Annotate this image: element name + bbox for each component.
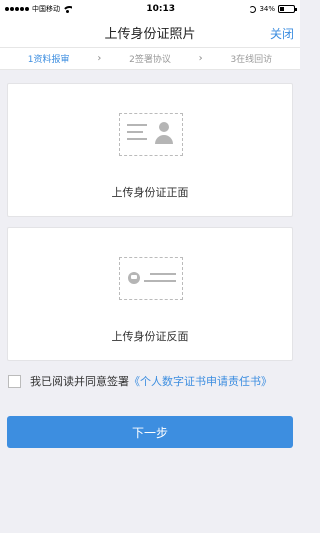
- navigation-bar: 上传身份证照片 关闭: [0, 18, 300, 48]
- upload-back-label: 上传身份证反面: [111, 330, 189, 343]
- close-button[interactable]: 关闭: [270, 25, 294, 42]
- status-time: 10:13: [146, 4, 176, 14]
- agreement-prefix: 我已阅读并同意签署: [30, 375, 129, 388]
- step-2: 2签署协议: [129, 55, 171, 65]
- status-right: 34%: [249, 5, 297, 13]
- agreement-row: 我已阅读并同意签署《个人数字证书申请责任书》: [8, 372, 293, 392]
- wifi-icon: [63, 5, 72, 13]
- id-card-front-icon: [119, 113, 183, 156]
- signal-strength-icon: [5, 7, 29, 11]
- rotation-lock-icon: [249, 5, 257, 13]
- status-left: 中国移动: [5, 4, 72, 14]
- upload-id-back-card[interactable]: 上传身份证反面: [7, 227, 293, 361]
- page-title: 上传身份证照片: [104, 27, 196, 42]
- agreement-checkbox[interactable]: [8, 375, 21, 388]
- carrier-name: 中国移动: [32, 5, 60, 13]
- upload-id-front-card[interactable]: 上传身份证正面: [7, 83, 293, 217]
- battery-percent: 34%: [259, 5, 275, 13]
- step-indicator: 1资料报审 › 2签署协议 › 3在线回访: [0, 48, 300, 70]
- agreement-link[interactable]: 《个人数字证书申请责任书》: [129, 375, 272, 388]
- upload-front-label: 上传身份证正面: [111, 186, 189, 199]
- status-bar: 中国移动 10:13 34%: [0, 0, 300, 18]
- next-step-button[interactable]: 下一步: [7, 416, 293, 448]
- battery-icon: [278, 5, 297, 13]
- step-3: 3在线回访: [230, 55, 273, 65]
- step-1: 1资料报审: [27, 55, 70, 65]
- battery-fill: [280, 7, 285, 11]
- agreement-text: 我已阅读并同意签署《个人数字证书申请责任书》: [30, 372, 272, 392]
- id-card-back-icon: [119, 257, 183, 300]
